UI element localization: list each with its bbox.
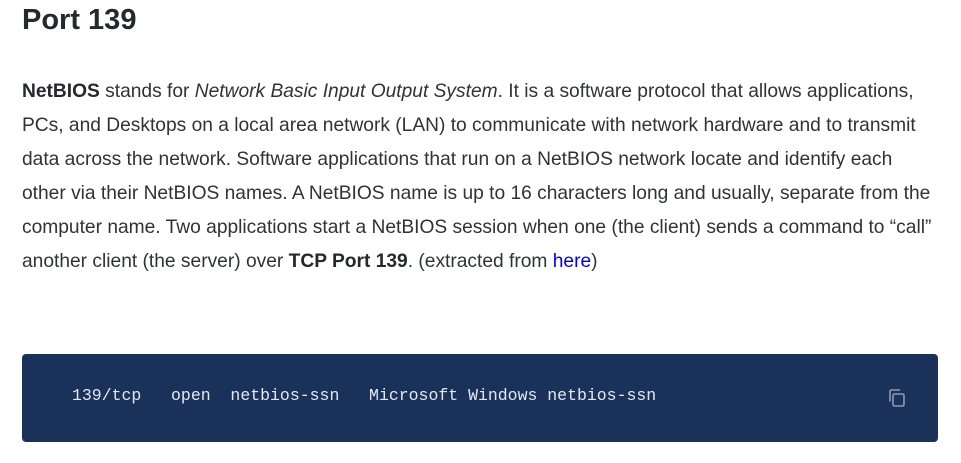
netbios-term: NetBIOS [22, 81, 100, 102]
paragraph-text-4: ) [591, 250, 598, 272]
paragraph-text-3: . (extracted from [407, 250, 553, 272]
copy-icon[interactable] [886, 387, 908, 409]
source-link[interactable]: here [553, 251, 591, 272]
netbios-expansion: Network Basic Input Output System [194, 81, 498, 102]
code-text: 139/tcp open netbios-ssn Microsoft Windo… [72, 386, 657, 405]
description-paragraph: NetBIOS stands for Network Basic Input O… [22, 75, 938, 278]
page-title: Port 139 [22, 4, 137, 36]
code-block: 139/tcp open netbios-ssn Microsoft Windo… [22, 354, 938, 442]
paragraph-text-2: . It is a software protocol that allows … [22, 81, 932, 272]
paragraph-text-1: stands for [99, 81, 195, 102]
tcp-port-reference: TCP Port 139 [288, 250, 408, 272]
